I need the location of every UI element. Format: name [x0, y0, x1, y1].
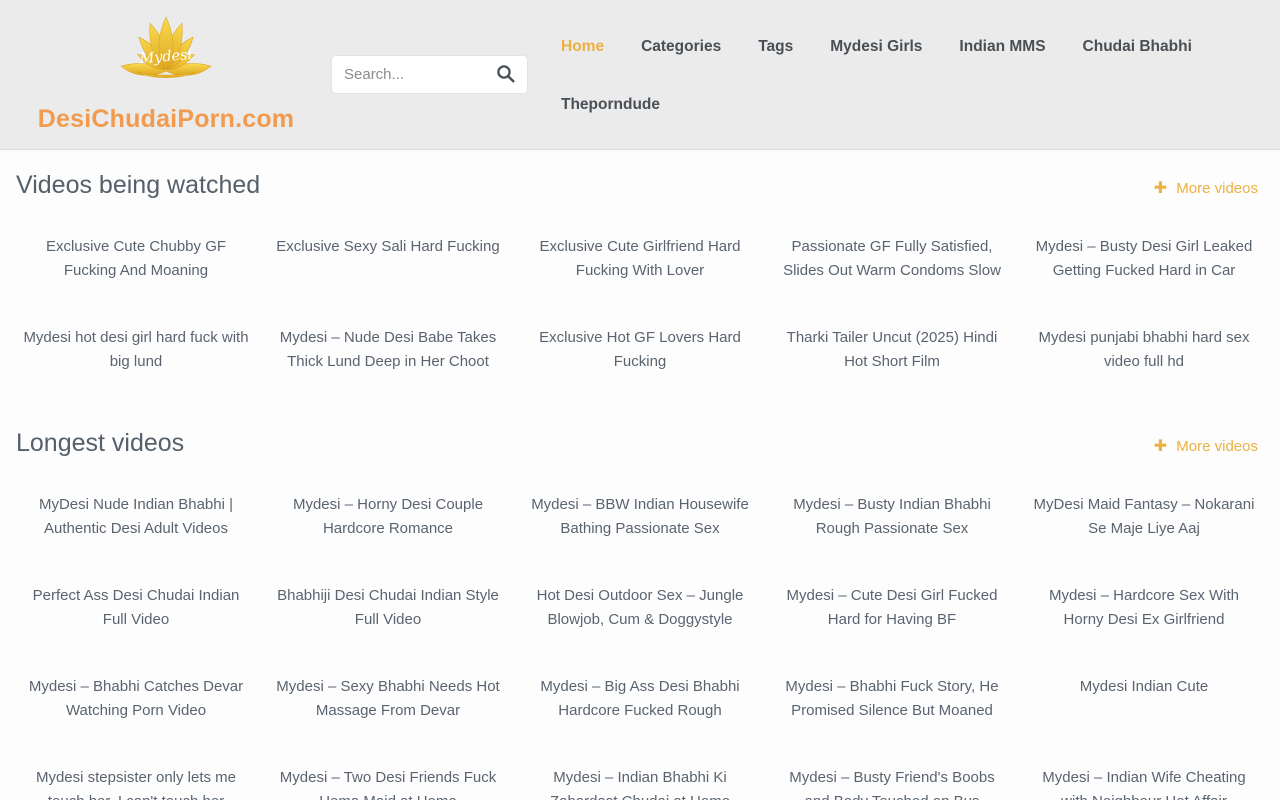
plus-icon: ✚	[1154, 180, 1167, 197]
video-title-link[interactable]: Mydesi – Big Ass Desi Bhabhi Hardcore Fu…	[526, 675, 754, 723]
video-title-link[interactable]: Exclusive Sexy Sali Hard Fucking	[276, 235, 499, 259]
section-header: Videos being watched ✚ More videos	[0, 150, 1280, 200]
video-item: Exclusive Sexy Sali Hard Fucking	[262, 235, 514, 326]
video-title-link[interactable]: Mydesi punjabi bhabhi hard sex video ful…	[1030, 326, 1258, 374]
section-header: Longest videos ✚ More videos	[0, 417, 1280, 458]
lotus-logo-icon: Mydesi	[111, 14, 221, 103]
section-title: Longest videos	[16, 428, 184, 458]
video-title-link[interactable]: Mydesi – Indian Wife Cheating with Neigh…	[1030, 766, 1258, 800]
video-item: Mydesi punjabi bhabhi hard sex video ful…	[1018, 326, 1270, 417]
video-title-link[interactable]: Exclusive Hot GF Lovers Hard Fucking	[526, 326, 754, 374]
video-item: MyDesi Maid Fantasy – Nokarani Se Maje L…	[1018, 493, 1270, 584]
video-title-link[interactable]: Mydesi – Two Desi Friends Fuck Hema Maid…	[274, 766, 502, 800]
video-item: Mydesi – Cute Desi Girl Fucked Hard for …	[766, 584, 1018, 675]
search-button[interactable]	[494, 62, 517, 88]
video-title-link[interactable]: Mydesi stepsister only lets me touch her…	[22, 766, 250, 800]
video-title-link[interactable]: Tharki Tailer Uncut (2025) Hindi Hot Sho…	[778, 326, 1006, 374]
video-title-link[interactable]: Mydesi – Busty Friend's Boobs and Body T…	[778, 766, 1006, 800]
more-videos-link[interactable]: ✚ More videos	[1154, 436, 1258, 456]
video-title-link[interactable]: Mydesi – Bhabhi Fuck Story, He Promised …	[778, 675, 1006, 723]
video-item: Mydesi – Bhabhi Fuck Story, He Promised …	[766, 675, 1018, 766]
video-item: Perfect Ass Desi Chudai Indian Full Vide…	[10, 584, 262, 675]
video-item: Bhabhiji Desi Chudai Indian Style Full V…	[262, 584, 514, 675]
video-item: Hot Desi Outdoor Sex – Jungle Blowjob, C…	[514, 584, 766, 675]
nav-item-tags[interactable]: Tags	[758, 36, 793, 58]
video-item: Mydesi – Sexy Bhabhi Needs Hot Massage F…	[262, 675, 514, 766]
video-title-link[interactable]: Mydesi – Indian Bhabhi Ki Zabardast Chud…	[526, 766, 754, 800]
video-title-link[interactable]: Perfect Ass Desi Chudai Indian Full Vide…	[22, 584, 250, 632]
video-item: Mydesi – Indian Wife Cheating with Neigh…	[1018, 766, 1270, 800]
video-item: Mydesi – Nude Desi Babe Takes Thick Lund…	[262, 326, 514, 417]
video-section: Videos being watched ✚ More videos Exclu…	[0, 150, 1280, 417]
video-item: Mydesi – Two Desi Friends Fuck Hema Maid…	[262, 766, 514, 800]
main-nav: Home Categories Tags Mydesi Girls Indian MMS…	[561, 36, 1216, 116]
section-title: Videos being watched	[16, 170, 260, 200]
video-title-link[interactable]: Mydesi – Horny Desi Couple Hardcore Roma…	[274, 493, 502, 541]
video-title-link[interactable]: Mydesi – Busty Indian Bhabhi Rough Passi…	[778, 493, 1006, 541]
video-grid: MyDesi Nude Indian Bhabhi | Authentic De…	[0, 493, 1280, 800]
nav-item-home[interactable]: Home	[561, 36, 604, 58]
video-title-link[interactable]: Mydesi – Sexy Bhabhi Needs Hot Massage F…	[274, 675, 502, 723]
video-item: Tharki Tailer Uncut (2025) Hindi Hot Sho…	[766, 326, 1018, 417]
video-item: Mydesi – BBW Indian Housewife Bathing Pa…	[514, 493, 766, 584]
video-title-link[interactable]: Mydesi – Nude Desi Babe Takes Thick Lund…	[274, 326, 502, 374]
site-logo[interactable]: Mydesi DesiChudaiPorn.com	[64, 14, 268, 134]
video-item: Passionate GF Fully Satisfied, Slides Ou…	[766, 235, 1018, 326]
search-icon	[496, 64, 515, 86]
nav-item-indian-mms[interactable]: Indian MMS	[959, 36, 1045, 58]
plus-icon: ✚	[1154, 438, 1167, 455]
video-item: Mydesi – Indian Bhabhi Ki Zabardast Chud…	[514, 766, 766, 800]
video-section: Longest videos ✚ More videos MyDesi Nude…	[0, 417, 1280, 800]
nav-item-categories[interactable]: Categories	[641, 36, 721, 58]
video-item: Mydesi Indian Cute	[1018, 675, 1270, 766]
video-title-link[interactable]: Mydesi – Busty Desi Girl Leaked Getting …	[1030, 235, 1258, 283]
video-item: Mydesi – Busty Friend's Boobs and Body T…	[766, 766, 1018, 800]
video-item: Exclusive Cute Chubby GF Fucking And Moa…	[10, 235, 262, 326]
video-title-link[interactable]: Mydesi hot desi girl hard fuck with big …	[22, 326, 250, 374]
video-title-link[interactable]: Mydesi Indian Cute	[1080, 675, 1208, 699]
search-input[interactable]	[344, 66, 494, 83]
main-content: Videos being watched ✚ More videos Exclu…	[0, 150, 1280, 800]
video-grid: Exclusive Cute Chubby GF Fucking And Moa…	[0, 235, 1280, 417]
video-item: Mydesi – Horny Desi Couple Hardcore Roma…	[262, 493, 514, 584]
video-item: Mydesi stepsister only lets me touch her…	[10, 766, 262, 800]
video-item: Mydesi hot desi girl hard fuck with big …	[10, 326, 262, 417]
nav-item-mydesi-girls[interactable]: Mydesi Girls	[830, 36, 922, 58]
video-title-link[interactable]: Mydesi – Hardcore Sex With Horny Desi Ex…	[1030, 584, 1258, 632]
video-title-link[interactable]: Mydesi – BBW Indian Housewife Bathing Pa…	[526, 493, 754, 541]
search-box	[332, 56, 527, 93]
video-title-link[interactable]: Mydesi – Cute Desi Girl Fucked Hard for …	[778, 584, 1006, 632]
video-title-link[interactable]: Bhabhiji Desi Chudai Indian Style Full V…	[274, 584, 502, 632]
video-item: Mydesi – Hardcore Sex With Horny Desi Ex…	[1018, 584, 1270, 675]
more-videos-link[interactable]: ✚ More videos	[1154, 178, 1258, 198]
video-item: Exclusive Hot GF Lovers Hard Fucking	[514, 326, 766, 417]
video-title-link[interactable]: Exclusive Cute Chubby GF Fucking And Moa…	[22, 235, 250, 283]
video-item: Mydesi – Big Ass Desi Bhabhi Hardcore Fu…	[514, 675, 766, 766]
nav-item-theporndude[interactable]: Theporndude	[561, 94, 660, 116]
site-header: Mydesi DesiChudaiPorn.com Home Categories…	[0, 0, 1280, 150]
video-title-link[interactable]: Passionate GF Fully Satisfied, Slides Ou…	[778, 235, 1006, 283]
nav-item-chudai-bhabhi[interactable]: Chudai Bhabhi	[1083, 36, 1192, 58]
video-title-link[interactable]: Mydesi – Bhabhi Catches Devar Watching P…	[22, 675, 250, 723]
video-item: Mydesi – Bhabhi Catches Devar Watching P…	[10, 675, 262, 766]
video-item: MyDesi Nude Indian Bhabhi | Authentic De…	[10, 493, 262, 584]
video-item: Mydesi – Busty Desi Girl Leaked Getting …	[1018, 235, 1270, 326]
video-title-link[interactable]: MyDesi Maid Fantasy – Nokarani Se Maje L…	[1030, 493, 1258, 541]
video-title-link[interactable]: MyDesi Nude Indian Bhabhi | Authentic De…	[22, 493, 250, 541]
site-name: DesiChudaiPorn.com	[38, 105, 294, 134]
video-item: Exclusive Cute Girlfriend Hard Fucking W…	[514, 235, 766, 326]
video-title-link[interactable]: Hot Desi Outdoor Sex – Jungle Blowjob, C…	[526, 584, 754, 632]
video-title-link[interactable]: Exclusive Cute Girlfriend Hard Fucking W…	[526, 235, 754, 283]
video-item: Mydesi – Busty Indian Bhabhi Rough Passi…	[766, 493, 1018, 584]
